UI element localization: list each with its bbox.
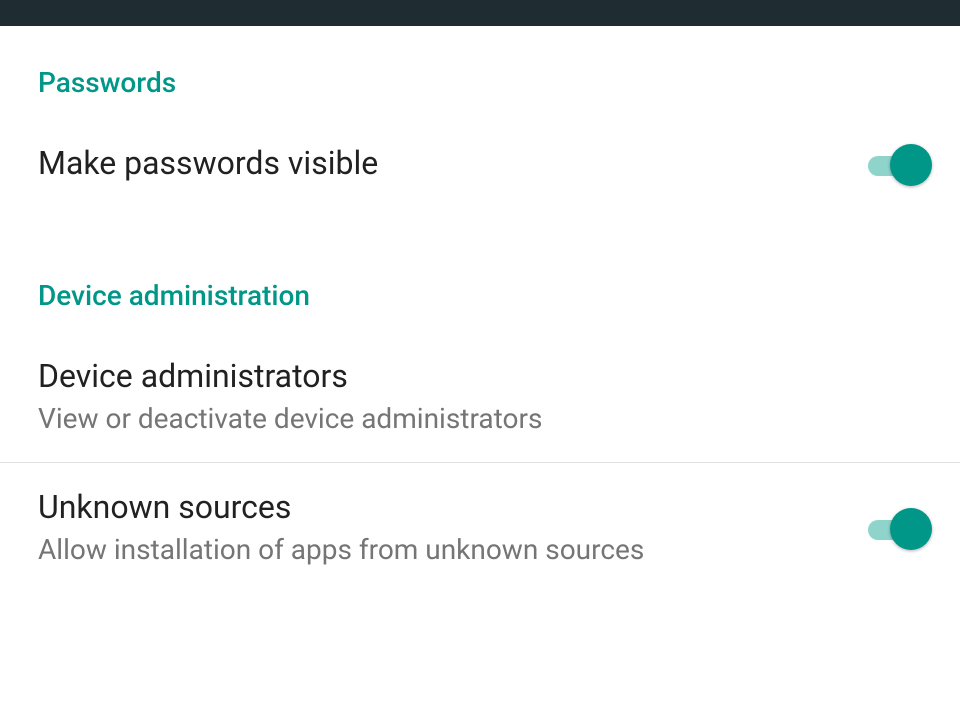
- status-bar: [0, 0, 960, 26]
- make-passwords-visible-title: Make passwords visible: [38, 143, 848, 185]
- device-administrators-subtitle: View or deactivate device administrators: [38, 401, 932, 437]
- make-passwords-visible-toggle[interactable]: [868, 144, 932, 184]
- unknown-sources-subtitle: Allow installation of apps from unknown …: [38, 532, 848, 568]
- make-passwords-visible-text: Make passwords visible: [38, 143, 848, 185]
- device-administration-section-header: Device administration: [0, 239, 960, 332]
- device-administrators-text: Device administrators View or deactivate…: [38, 356, 932, 438]
- passwords-section-header: Passwords: [0, 26, 960, 119]
- make-passwords-visible-row[interactable]: Make passwords visible: [0, 119, 960, 209]
- toggle-thumb: [890, 508, 932, 550]
- unknown-sources-toggle[interactable]: [868, 508, 932, 548]
- device-administrators-row[interactable]: Device administrators View or deactivate…: [0, 332, 960, 462]
- settings-content: Passwords Make passwords visible Device …: [0, 26, 960, 593]
- toggle-thumb: [890, 144, 932, 186]
- unknown-sources-row[interactable]: Unknown sources Allow installation of ap…: [0, 463, 960, 593]
- device-administrators-title: Device administrators: [38, 356, 932, 398]
- unknown-sources-text: Unknown sources Allow installation of ap…: [38, 487, 848, 569]
- unknown-sources-title: Unknown sources: [38, 487, 848, 529]
